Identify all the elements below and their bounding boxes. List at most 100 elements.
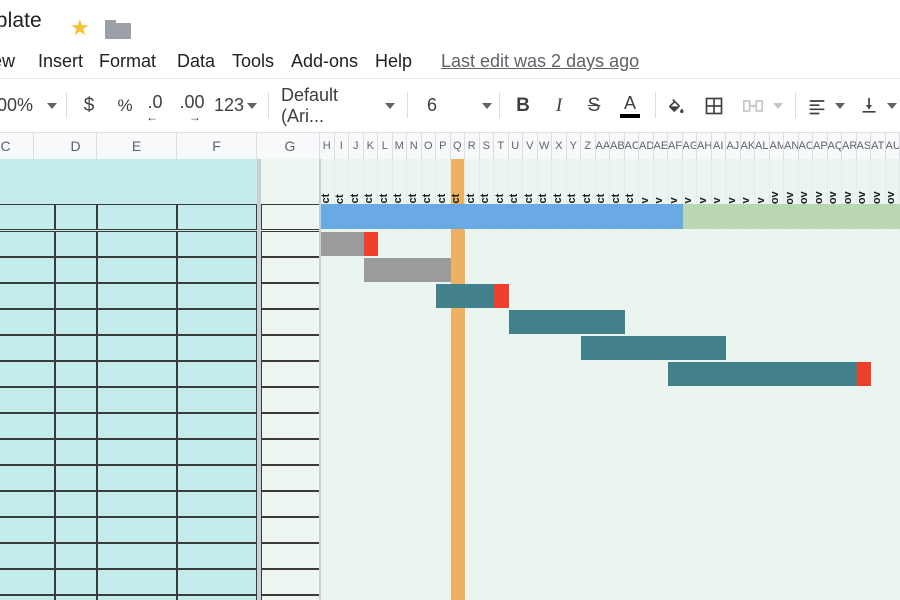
- column-header-AT[interactable]: AT: [871, 133, 886, 159]
- column-header-AD[interactable]: AD: [639, 133, 654, 159]
- decrease-decimal-button[interactable]: .0 ←: [140, 79, 170, 132]
- data-pane[interactable]: [0, 159, 261, 600]
- column-header-H[interactable]: H: [320, 133, 335, 159]
- cell-date: [0, 569, 55, 595]
- folder-icon[interactable]: [105, 20, 131, 39]
- column-header-Z[interactable]: Z: [581, 133, 596, 159]
- column-header-AU[interactable]: AU: [885, 133, 900, 159]
- vertical-align-caret[interactable]: [884, 79, 900, 132]
- column-header-AO[interactable]: AO: [798, 133, 813, 159]
- menu-item-addons[interactable]: Add-ons: [291, 44, 358, 78]
- menu-item-insert[interactable]: Insert: [38, 44, 83, 78]
- column-header-AB[interactable]: AB: [610, 133, 625, 159]
- gantt-bar-task-e[interactable]: [581, 336, 726, 360]
- star-icon[interactable]: ★: [70, 17, 92, 39]
- cell-task-name: [261, 543, 320, 569]
- cell-status: [177, 413, 257, 439]
- strikethrough-button[interactable]: S: [581, 79, 607, 132]
- column-header-J[interactable]: J: [349, 133, 364, 159]
- spreadsheet-grid[interactable]: C D E F G H I J K L M N O P Q R S T U V W X Y Z AA AB AC AD AE AF AG AH…: [0, 133, 900, 600]
- toolbar-divider: [795, 92, 796, 118]
- column-header-C[interactable]: C: [0, 133, 34, 159]
- horizontal-align-caret[interactable]: [832, 79, 848, 132]
- merge-cells-caret[interactable]: [770, 79, 786, 132]
- column-header-T[interactable]: T: [494, 133, 509, 159]
- column-header-AG[interactable]: AG: [682, 133, 697, 159]
- menu-item-help[interactable]: Help: [375, 44, 412, 78]
- currency-format-button[interactable]: $: [76, 79, 102, 132]
- gantt-bar-task-d[interactable]: [508, 310, 625, 334]
- gantt-bar-task-c[interactable]: [436, 284, 494, 308]
- column-header-AE[interactable]: AE: [653, 133, 668, 159]
- column-header-U[interactable]: U: [508, 133, 523, 159]
- gantt-milestone-task-c[interactable]: [494, 284, 509, 308]
- column-header-D[interactable]: D: [55, 133, 97, 159]
- column-header-AM[interactable]: AM: [769, 133, 784, 159]
- column-header-AC[interactable]: AC: [624, 133, 639, 159]
- menu-item-format[interactable]: Format: [99, 44, 156, 78]
- column-header-N[interactable]: N: [407, 133, 422, 159]
- cell-date: [0, 335, 55, 361]
- gantt-pane[interactable]: 10-Oct11-Oct12-Oct13-Oct14-Oct15-Oct16-O…: [261, 159, 900, 600]
- column-header-E[interactable]: E: [97, 133, 177, 159]
- horizontal-align-button[interactable]: [803, 79, 831, 132]
- column-header-K[interactable]: K: [363, 133, 378, 159]
- column-header-AH[interactable]: AH: [697, 133, 712, 159]
- menu-item-ew[interactable]: ew: [0, 44, 15, 78]
- column-header-AJ[interactable]: AJ: [726, 133, 741, 159]
- column-header-AN[interactable]: AN: [784, 133, 799, 159]
- column-header-AK[interactable]: AK: [740, 133, 755, 159]
- column-header-AS[interactable]: AS: [856, 133, 871, 159]
- menu-item-data[interactable]: Data: [177, 44, 215, 78]
- font-family-caret-icon[interactable]: [382, 79, 398, 132]
- column-header-AI[interactable]: AI: [711, 133, 726, 159]
- chevron-down-icon: [247, 102, 257, 109]
- gantt-bar-task-a[interactable]: [320, 232, 364, 256]
- column-header-O[interactable]: O: [421, 133, 436, 159]
- fill-color-button[interactable]: [662, 79, 690, 132]
- merge-cells-button[interactable]: [738, 79, 768, 132]
- column-header-W[interactable]: W: [537, 133, 552, 159]
- borders-button[interactable]: [700, 79, 728, 132]
- column-header-AR[interactable]: AR: [842, 133, 857, 159]
- number-format-caret-icon[interactable]: [244, 79, 260, 132]
- font-family-select[interactable]: Default (Ari...: [281, 79, 381, 132]
- column-header-L[interactable]: L: [378, 133, 393, 159]
- column-header-AL[interactable]: AL: [755, 133, 770, 159]
- column-header-AF[interactable]: AF: [668, 133, 683, 159]
- menu-item-tools[interactable]: Tools: [232, 44, 274, 78]
- gantt-milestone-task-f[interactable]: [856, 362, 871, 386]
- zoom-caret-icon[interactable]: [44, 79, 60, 132]
- gantt-milestone-task-a[interactable]: [363, 232, 378, 256]
- column-header-M[interactable]: M: [392, 133, 407, 159]
- gantt-bar-task-b[interactable]: [363, 258, 451, 282]
- column-header-V[interactable]: V: [523, 133, 538, 159]
- italic-button[interactable]: I: [546, 79, 572, 132]
- increase-decimal-button[interactable]: .00 →: [175, 79, 209, 132]
- font-size-caret-icon[interactable]: [479, 79, 495, 132]
- number-format-button[interactable]: 123: [212, 79, 246, 132]
- column-header-AQ[interactable]: AQ: [827, 133, 842, 159]
- column-header-F[interactable]: F: [177, 133, 257, 159]
- column-header-S[interactable]: S: [479, 133, 494, 159]
- cell-task-name: [261, 569, 320, 595]
- column-header-G[interactable]: G: [261, 133, 320, 159]
- last-edit-link[interactable]: Last edit was 2 days ago: [441, 44, 639, 78]
- column-header-I[interactable]: I: [334, 133, 349, 159]
- document-title[interactable]: ...plate: [0, 9, 42, 33]
- font-size-select[interactable]: 6: [420, 79, 444, 132]
- column-header-AP[interactable]: AP: [813, 133, 828, 159]
- column-header-P[interactable]: P: [436, 133, 451, 159]
- bold-button[interactable]: B: [510, 79, 536, 132]
- percent-format-button[interactable]: %: [112, 79, 138, 132]
- column-header-R[interactable]: R: [465, 133, 480, 159]
- column-header-Q[interactable]: Q: [450, 133, 465, 159]
- zoom-select[interactable]: 00%: [0, 79, 38, 132]
- column-header-AA[interactable]: AA: [595, 133, 610, 159]
- cell-task-name: [261, 283, 320, 309]
- vertical-align-button[interactable]: [855, 79, 883, 132]
- gantt-bar-task-f[interactable]: [668, 362, 857, 386]
- column-header-Y[interactable]: Y: [566, 133, 581, 159]
- column-header-X[interactable]: X: [552, 133, 567, 159]
- text-color-button[interactable]: A: [616, 79, 644, 132]
